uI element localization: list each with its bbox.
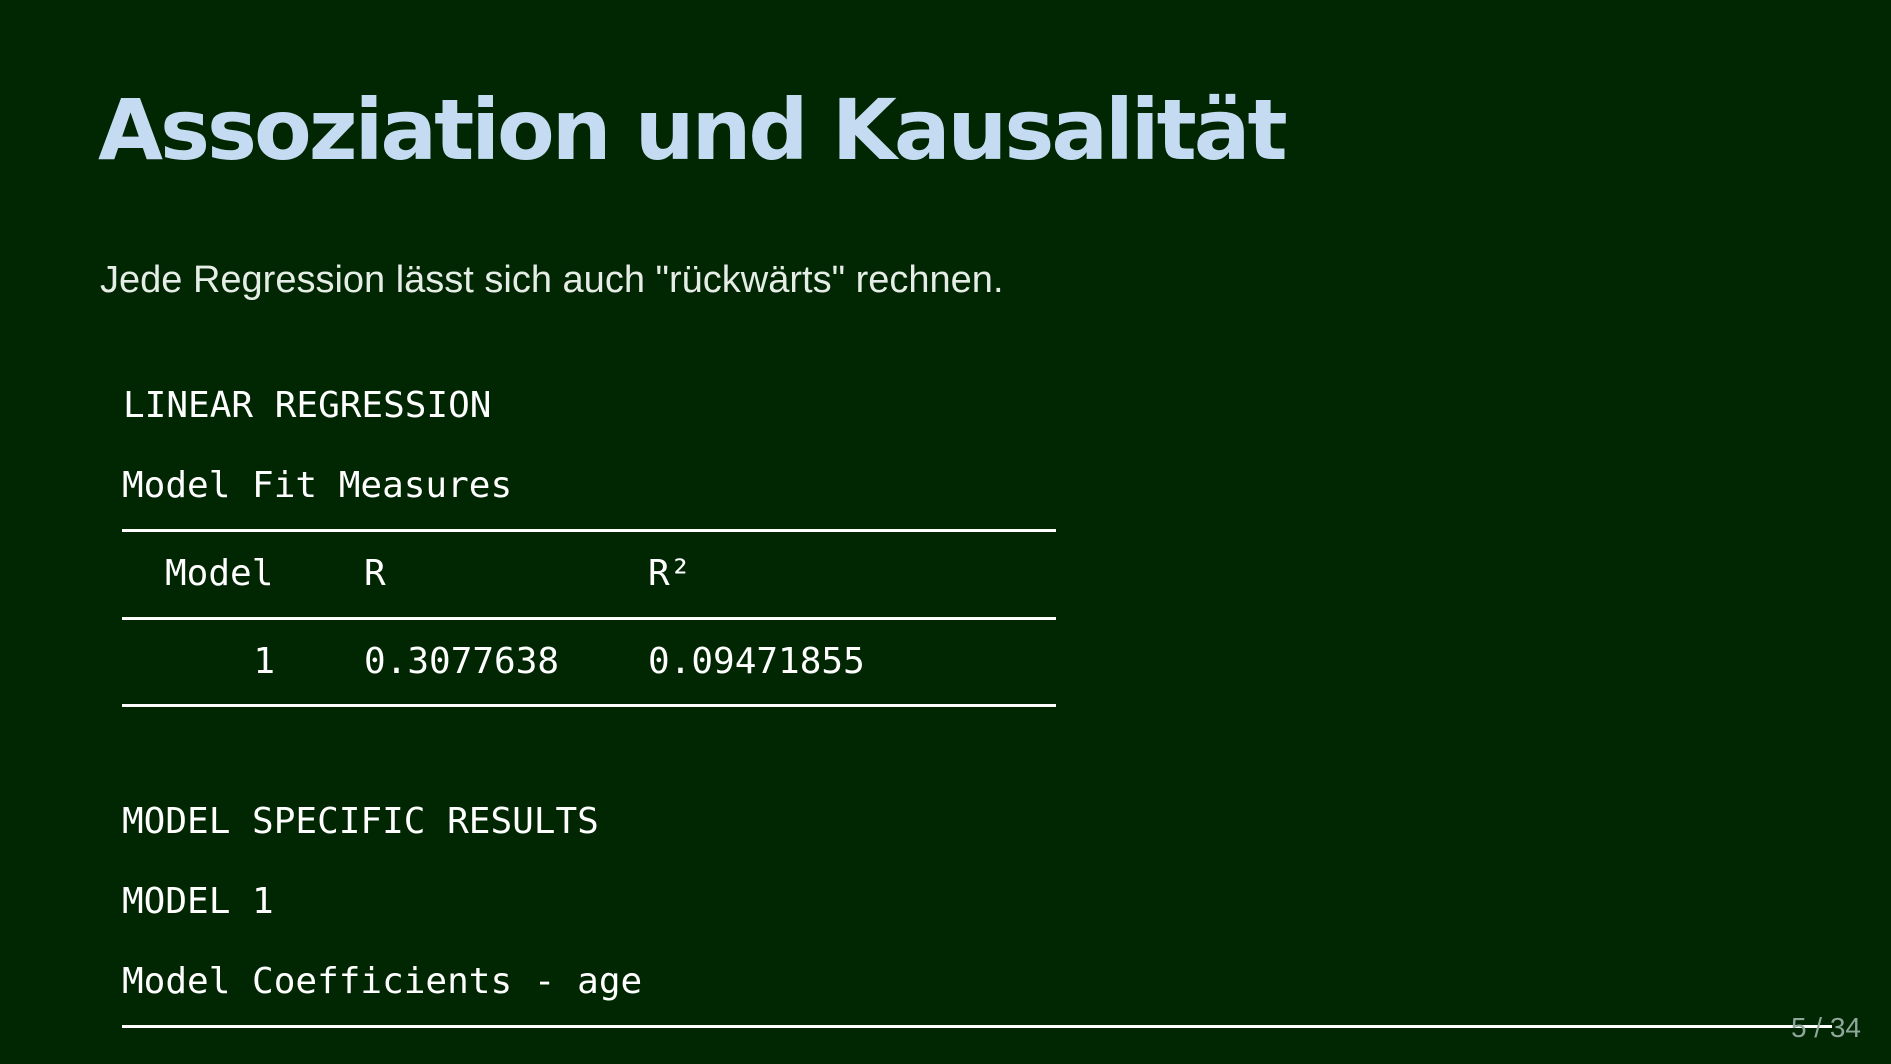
output-heading: LINEAR REGRESSION — [123, 385, 492, 426]
fit-table-cell-model: 1 — [253, 641, 275, 682]
fit-table-bottom-rule — [122, 704, 1056, 707]
fit-table-header-model: Model — [165, 553, 274, 594]
fit-table-header-rule — [122, 617, 1056, 620]
coef-table-caption: Model Coefficients - age — [122, 961, 643, 1002]
fit-table-top-rule — [122, 529, 1056, 532]
specific-results-heading: MODEL SPECIFIC RESULTS — [122, 801, 599, 842]
slide-subtitle: Jede Regression lässt sich auch "rückwär… — [100, 259, 1004, 301]
fit-table-cell-r2: 0.09471855 — [648, 641, 865, 682]
coef-table-top-rule — [122, 1025, 1832, 1028]
fit-table-header-r2: R² — [648, 553, 692, 594]
fit-table-caption: Model Fit Measures — [122, 465, 513, 506]
slide: Assoziation und Kausalität Jede Regressi… — [0, 0, 1891, 1064]
slide-title: Assoziation und Kausalität — [98, 81, 1288, 179]
fit-table-header-r: R — [364, 553, 386, 594]
model-label: MODEL 1 — [122, 881, 274, 922]
fit-table-cell-r: 0.3077638 — [364, 641, 560, 682]
page-number: 5 / 34 — [1790, 1012, 1861, 1043]
